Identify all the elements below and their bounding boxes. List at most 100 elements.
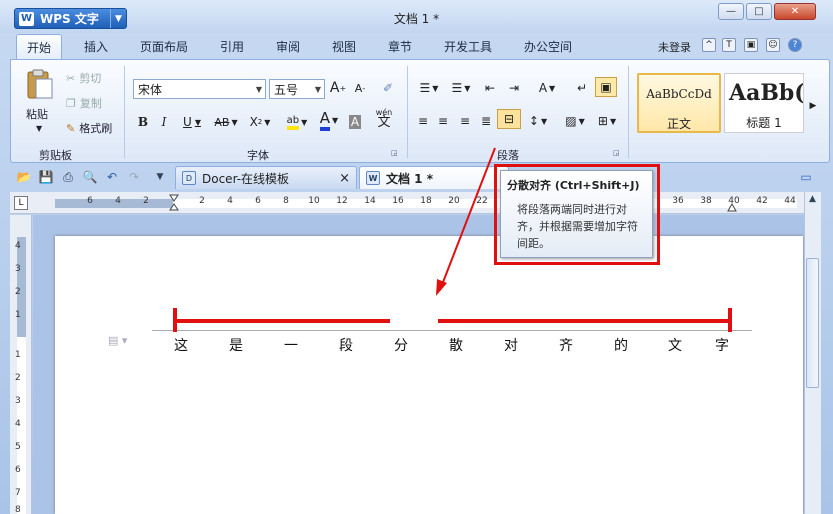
copy-button[interactable]: ❐ 复制: [66, 95, 102, 111]
ruler-tick: 4: [115, 196, 121, 206]
tab-list-icon[interactable]: ▭: [798, 169, 814, 185]
paste-dropdown-icon[interactable]: ▼: [36, 124, 42, 133]
ruler-tick: 6: [15, 465, 21, 475]
numbering-icon[interactable]: ☰ ▼: [447, 78, 475, 98]
doc-tab-docer[interactable]: D Docer-在线模板 ×: [175, 166, 357, 189]
phonetic-guide-button[interactable]: wén 文: [367, 108, 401, 129]
paragraph-char[interactable]: 文: [665, 335, 685, 355]
format-painter-icon: ✎: [66, 121, 76, 135]
decrease-indent-icon[interactable]: ⇤: [481, 78, 499, 98]
paragraph-char[interactable]: 的: [611, 335, 631, 355]
tab-home[interactable]: 开始: [16, 34, 63, 59]
tab-insert[interactable]: 插入: [84, 34, 108, 58]
font-name-select[interactable]: 宋体 ▼: [133, 79, 266, 99]
layout-grid-icon[interactable]: ▣: [595, 77, 617, 97]
chinese-layout-icon[interactable]: A ▼: [533, 78, 561, 98]
right-indent-marker-icon[interactable]: [727, 201, 737, 212]
paragraph-char[interactable]: 是: [226, 335, 246, 355]
ruler-tick: 42: [756, 196, 768, 206]
vertical-ruler[interactable]: 4 3 2 1 1 2 3 4 5 6 7 8: [10, 215, 32, 514]
tab-office-space[interactable]: 办公空间: [524, 34, 572, 58]
help-icon[interactable]: ?: [788, 38, 802, 52]
show-marks-icon[interactable]: ↵: [574, 78, 590, 98]
paragraph-options-icon[interactable]: ▤ ▾: [108, 334, 127, 347]
tab-stop-selector-icon[interactable]: L: [14, 196, 28, 210]
borders-icon[interactable]: ⊞ ▼: [594, 111, 620, 131]
undo-icon[interactable]: ↶: [104, 169, 120, 185]
indent-marker-icon[interactable]: [169, 194, 179, 212]
cut-button[interactable]: ✂ 剪切: [66, 70, 101, 86]
line-spacing-icon[interactable]: ↕ ▼: [525, 111, 551, 131]
paragraph-char[interactable]: 分: [391, 335, 411, 355]
distributed-align-icon[interactable]: ⊟: [497, 109, 521, 129]
minimize-button[interactable]: —: [718, 3, 744, 20]
justify-icon[interactable]: ≣: [478, 111, 494, 131]
bullets-icon[interactable]: ☰ ▼: [415, 78, 443, 98]
chevron-down-icon: ▼: [314, 84, 322, 94]
close-tab-icon[interactable]: ×: [339, 171, 350, 186]
superscript-button[interactable]: X 2 ▼: [245, 112, 275, 132]
skin-icon[interactable]: T: [722, 38, 736, 52]
styles-scroll-right-icon[interactable]: ▶: [807, 96, 819, 116]
share-icon[interactable]: ☺: [766, 38, 780, 52]
paragraph-char[interactable]: 段: [336, 335, 356, 355]
align-left-icon[interactable]: ≡: [415, 111, 431, 131]
paste-button[interactable]: 粘贴: [26, 106, 48, 122]
paste-icon[interactable]: [23, 68, 55, 100]
increase-indent-icon[interactable]: ⇥: [505, 78, 523, 98]
style-heading-1[interactable]: AaBb( 标题 1: [724, 73, 804, 133]
format-painter-button[interactable]: ✎ 格式刷: [66, 120, 112, 136]
title-bar: W WPS 文字 ▼ 文档 1 * — □ ✕: [0, 0, 833, 33]
paragraph-char[interactable]: 对: [501, 335, 521, 355]
font-color-button[interactable]: A ▼: [315, 109, 343, 131]
tab-view[interactable]: 视图: [332, 34, 356, 58]
open-folder-icon[interactable]: 📂: [16, 169, 32, 185]
doc-tab-document1[interactable]: W 文档 1 *: [359, 166, 509, 189]
paragraph-dialog-launcher-icon[interactable]: ◲: [613, 149, 622, 158]
print-preview-icon[interactable]: 🔍: [82, 169, 98, 185]
clear-format-icon[interactable]: ✐: [379, 78, 397, 98]
save-icon[interactable]: 💾: [38, 169, 54, 185]
paragraph-char[interactable]: 这: [171, 335, 191, 355]
align-center-icon[interactable]: ≡: [435, 111, 451, 131]
redo-icon[interactable]: ↷: [126, 169, 142, 185]
feedback-icon[interactable]: ▣: [744, 38, 758, 52]
chevron-down-icon: ▼: [255, 84, 263, 94]
tab-page-layout[interactable]: 页面布局: [140, 34, 188, 58]
grow-font-button[interactable]: A +: [329, 78, 347, 98]
highlight-button[interactable]: ab ▼: [283, 112, 311, 132]
restore-button[interactable]: □: [746, 3, 772, 20]
scrollbar-thumb[interactable]: [806, 258, 819, 388]
shrink-font-button[interactable]: A-: [351, 78, 369, 98]
font-size-select[interactable]: 五号 ▼: [269, 79, 325, 99]
underline-button[interactable]: U ▼: [177, 112, 207, 132]
group-separator: [407, 66, 408, 158]
tab-developer[interactable]: 开发工具: [444, 34, 492, 58]
print-icon[interactable]: ⎙: [60, 169, 76, 185]
paragraph-char[interactable]: 字: [712, 335, 732, 355]
paragraph-char[interactable]: 齐: [556, 335, 576, 355]
scroll-up-icon[interactable]: ▲: [806, 194, 819, 208]
ruler-tick: 4: [15, 419, 21, 429]
style-normal[interactable]: AaBbCcDd 正文: [637, 73, 721, 133]
document-page[interactable]: [55, 236, 803, 514]
paragraph-char[interactable]: 一: [281, 335, 301, 355]
tab-review[interactable]: 审阅: [276, 34, 300, 58]
close-button[interactable]: ✕: [774, 3, 816, 20]
strikethrough-button[interactable]: AB ▼: [211, 112, 241, 132]
font-dialog-launcher-icon[interactable]: ◲: [391, 149, 400, 158]
tab-references[interactable]: 引用: [220, 34, 244, 58]
tab-chapter[interactable]: 章节: [388, 34, 412, 58]
paragraph-shading-icon[interactable]: ▨ ▼: [562, 111, 588, 131]
bold-button[interactable]: B: [135, 112, 151, 132]
paragraph-char[interactable]: 散: [446, 335, 466, 355]
customize-toolbar-icon[interactable]: ▼: [152, 169, 168, 185]
italic-button[interactable]: I: [156, 112, 172, 132]
collapse-ribbon-icon[interactable]: ^: [702, 38, 716, 52]
ruler-tick: 7: [15, 488, 21, 498]
char-shading-button[interactable]: A: [347, 112, 363, 132]
login-status[interactable]: 未登录: [658, 39, 691, 55]
paragraph-baseline: [152, 330, 752, 331]
horizontal-ruler[interactable]: L 6 4 2 2 4 6 8 10 12 14 16 18 20 22 36 …: [10, 192, 805, 214]
align-right-icon[interactable]: ≡: [457, 111, 473, 131]
